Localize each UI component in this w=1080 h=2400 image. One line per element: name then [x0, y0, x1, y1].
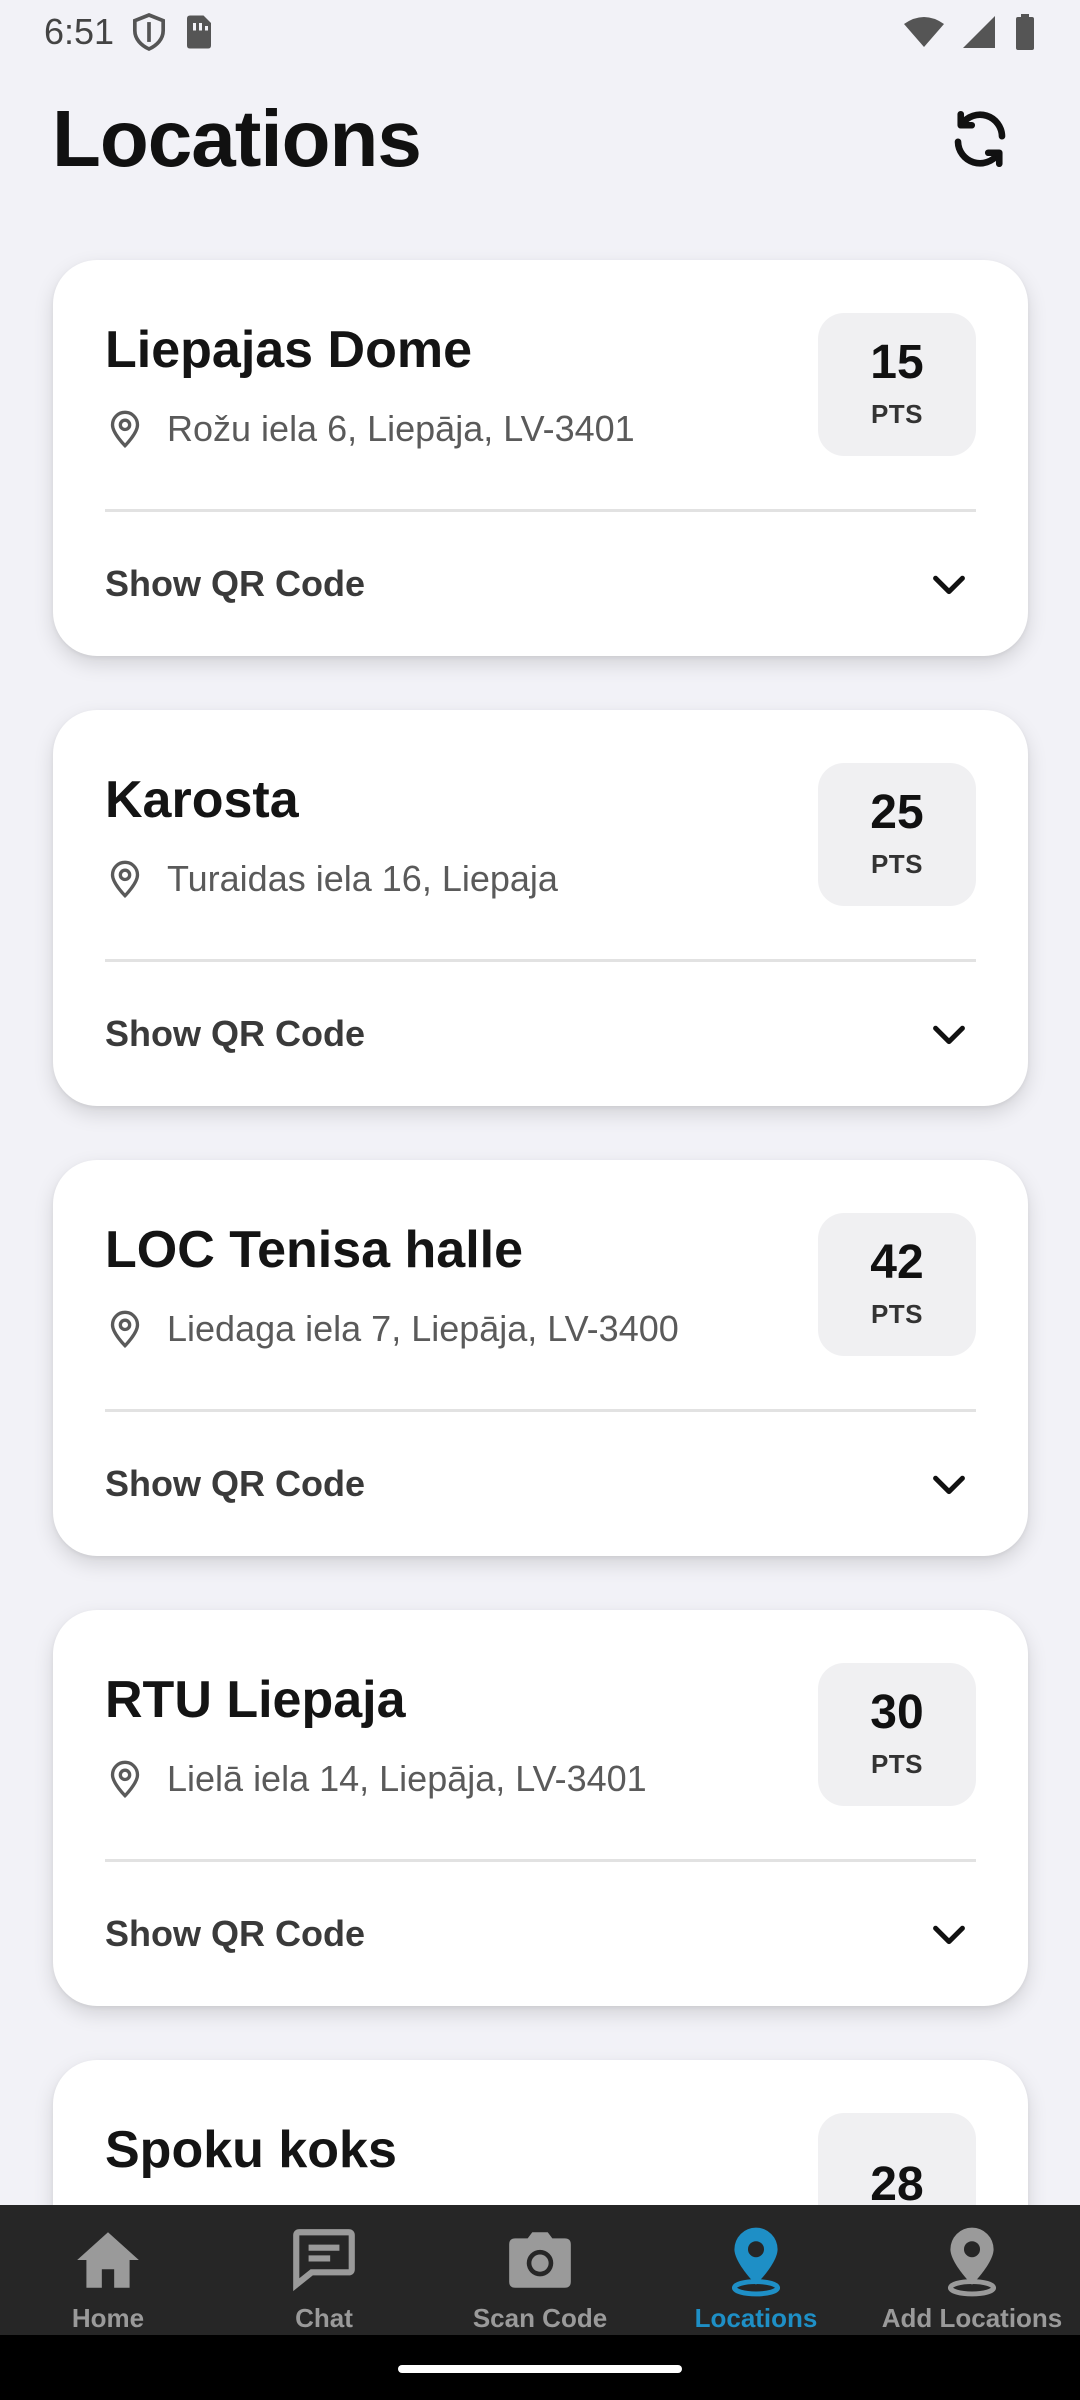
- map-pin-icon: [110, 410, 140, 449]
- points-badge: 30 PTS: [818, 1663, 976, 1806]
- location-card: Liepajas Dome Rožu iela 6, Liepāja, LV-3…: [53, 260, 1028, 656]
- location-card-header: RTU Liepaja Lielā iela 14, Liepāja, LV-3…: [105, 1610, 976, 1859]
- signal-icon: [963, 16, 995, 48]
- nav-locations[interactable]: Locations: [648, 2205, 864, 2335]
- location-pin-icon: [731, 2227, 781, 2297]
- refresh-button[interactable]: [932, 91, 1028, 187]
- location-card: RTU Liepaja Lielā iela 14, Liepāja, LV-3…: [53, 1610, 1028, 2006]
- refresh-icon: [954, 110, 1006, 168]
- status-right: [904, 14, 1036, 50]
- location-name: LOC Tenisa halle: [105, 1221, 524, 1279]
- location-card: Karosta Turaidas iela 16, Liepaja 25 PTS…: [53, 710, 1028, 1106]
- points-unit: PTS: [870, 399, 924, 429]
- show-qr-code-label: Show QR Code: [105, 1013, 365, 1054]
- show-qr-code-label: Show QR Code: [105, 563, 365, 604]
- chevron-down-icon: [933, 575, 965, 595]
- add-location-icon: [947, 2227, 997, 2297]
- nav-scan-code-label: Scan Code: [472, 2303, 608, 2333]
- battery-icon: [1016, 14, 1034, 50]
- points-unit: PTS: [870, 849, 924, 879]
- location-address-row: Rožu iela 6, Liepāja, LV-3401: [105, 408, 635, 450]
- screen: 6:51 Locations Liepajas Dome Rožu iela 6…: [0, 0, 1080, 2400]
- chevron-down-icon: [933, 1475, 965, 1495]
- camera-icon: [509, 2232, 571, 2288]
- nav-home-label: Home: [71, 2303, 145, 2333]
- location-card: LOC Tenisa halle Liedaga iela 7, Liepāja…: [53, 1160, 1028, 1556]
- map-pin-icon: [110, 860, 140, 899]
- page-title: Locations: [52, 94, 422, 183]
- points-value: 25: [870, 786, 924, 839]
- location-address-row: Lielā iela 14, Liepāja, LV-3401: [105, 1758, 647, 1800]
- chat-icon: [293, 2229, 355, 2292]
- location-address: Rožu iela 6, Liepāja, LV-3401: [167, 408, 635, 449]
- nav-locations-label: Locations: [694, 2303, 818, 2333]
- show-qr-code-toggle[interactable]: Show QR Code: [105, 1862, 976, 2006]
- show-qr-code-toggle[interactable]: Show QR Code: [105, 962, 976, 1106]
- points-badge: 15 PTS: [818, 313, 976, 456]
- location-name: Spoku koks: [105, 2121, 397, 2179]
- points-badge: 25 PTS: [818, 763, 976, 906]
- home-icon: [77, 2232, 139, 2288]
- show-qr-code-toggle[interactable]: Show QR Code: [105, 1412, 976, 1556]
- nav-scan-code[interactable]: Scan Code: [432, 2205, 648, 2335]
- points-badge: 42 PTS: [818, 1213, 976, 1356]
- show-qr-code-label: Show QR Code: [105, 1913, 365, 1954]
- shield-icon: [133, 13, 166, 51]
- location-card-header: LOC Tenisa halle Liedaga iela 7, Liepāja…: [105, 1160, 976, 1409]
- show-qr-code-label: Show QR Code: [105, 1463, 365, 1504]
- wifi-icon: [904, 17, 944, 47]
- location-name: Karosta: [105, 771, 299, 829]
- points-unit: PTS: [870, 1299, 924, 1329]
- location-address: Liedaga iela 7, Liepāja, LV-3400: [167, 1308, 679, 1349]
- points-value: 42: [870, 1236, 924, 1289]
- status-bar: 6:51: [0, 0, 1080, 64]
- home-indicator[interactable]: [398, 2365, 682, 2373]
- points-value: 30: [870, 1686, 924, 1739]
- nav-chat-label: Chat: [295, 2303, 353, 2333]
- bottom-nav: Home Chat Scan Code Locations Add Locati…: [0, 2205, 1080, 2335]
- chevron-down-icon: [933, 1025, 965, 1045]
- show-qr-code-toggle[interactable]: Show QR Code: [105, 512, 976, 656]
- points-value: 15: [870, 336, 924, 389]
- location-name: RTU Liepaja: [105, 1671, 406, 1729]
- map-pin-icon: [110, 1760, 140, 1799]
- sim-card-icon: [187, 15, 212, 49]
- locations-list: Liepajas Dome Rožu iela 6, Liepāja, LV-3…: [53, 260, 1028, 2400]
- nav-add-locations[interactable]: Add Locations: [864, 2205, 1080, 2335]
- location-address: Turaidas iela 16, Liepaja: [167, 858, 558, 899]
- map-pin-icon: [110, 1310, 140, 1349]
- nav-add-locations-label: Add Locations: [881, 2303, 1063, 2333]
- location-name: Liepajas Dome: [105, 321, 473, 379]
- nav-chat[interactable]: Chat: [216, 2205, 432, 2335]
- location-address-row: Liedaga iela 7, Liepāja, LV-3400: [105, 1308, 679, 1350]
- nav-home[interactable]: Home: [0, 2205, 216, 2335]
- chevron-down-icon: [933, 1925, 965, 1945]
- status-time: 6:51: [44, 11, 115, 52]
- header: Locations: [0, 84, 1080, 194]
- location-address: Lielā iela 14, Liepāja, LV-3401: [167, 1758, 647, 1799]
- status-left: 6:51: [44, 11, 214, 53]
- location-card-header: Liepajas Dome Rožu iela 6, Liepāja, LV-3…: [105, 260, 976, 509]
- points-unit: PTS: [870, 1749, 924, 1779]
- location-address-row: Turaidas iela 16, Liepaja: [105, 858, 558, 900]
- points-value: 28: [870, 2157, 924, 2211]
- location-card-header: Karosta Turaidas iela 16, Liepaja 25 PTS: [105, 710, 976, 959]
